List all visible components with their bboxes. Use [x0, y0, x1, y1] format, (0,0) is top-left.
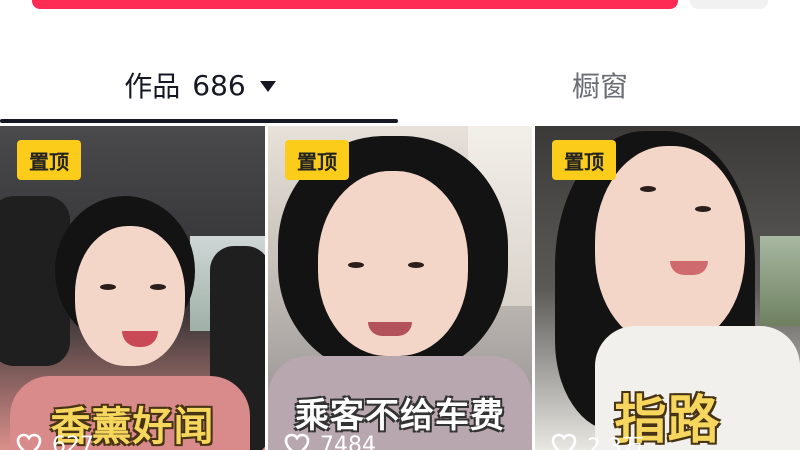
video-thumbnail[interactable]: 置顶 乘客不给车费 7484: [268, 126, 532, 450]
video-grid: 置顶 香薰好闻 627 置顶 乘客不给车费 7484 置顶 指路 2.3万: [0, 126, 800, 450]
profile-tabs: 作品 686 橱窗: [0, 55, 800, 125]
like-count-value: 627: [52, 432, 94, 450]
heart-icon: [551, 433, 577, 450]
caret-down-icon[interactable]: [259, 80, 276, 92]
heart-icon: [16, 433, 42, 450]
tab-works[interactable]: 作品 686: [0, 55, 400, 115]
like-count: 7484: [284, 430, 376, 450]
face-shape: [595, 146, 745, 346]
eye-right: [695, 206, 711, 212]
tab-showcase[interactable]: 橱窗: [400, 55, 800, 115]
eye-left: [100, 284, 116, 290]
eye-left: [348, 262, 364, 268]
tab-works-count: 686: [192, 68, 246, 102]
car-window: [760, 236, 800, 326]
eye-left: [640, 186, 656, 192]
pinned-badge: 置顶: [552, 140, 616, 180]
eye-right: [150, 284, 166, 290]
like-count: 627: [16, 430, 94, 450]
like-count: 2.3万: [551, 430, 644, 450]
pinned-badge: 置顶: [285, 140, 349, 180]
active-tab-indicator: [0, 119, 398, 123]
follow-button[interactable]: [32, 0, 678, 9]
pinned-badge: 置顶: [17, 140, 81, 180]
more-button[interactable]: [690, 0, 768, 9]
tab-showcase-label: 橱窗: [571, 70, 628, 103]
eye-right: [408, 262, 424, 268]
action-bar: [0, 0, 800, 14]
video-thumbnail[interactable]: 置顶 香薰好闻 627: [0, 126, 265, 450]
heart-icon: [284, 433, 310, 450]
like-count-value: 7484: [320, 432, 376, 450]
video-thumbnail[interactable]: 置顶 指路 2.3万: [535, 126, 800, 450]
like-count-value: 2.3万: [587, 435, 644, 450]
tab-works-label: 作品: [124, 70, 181, 103]
